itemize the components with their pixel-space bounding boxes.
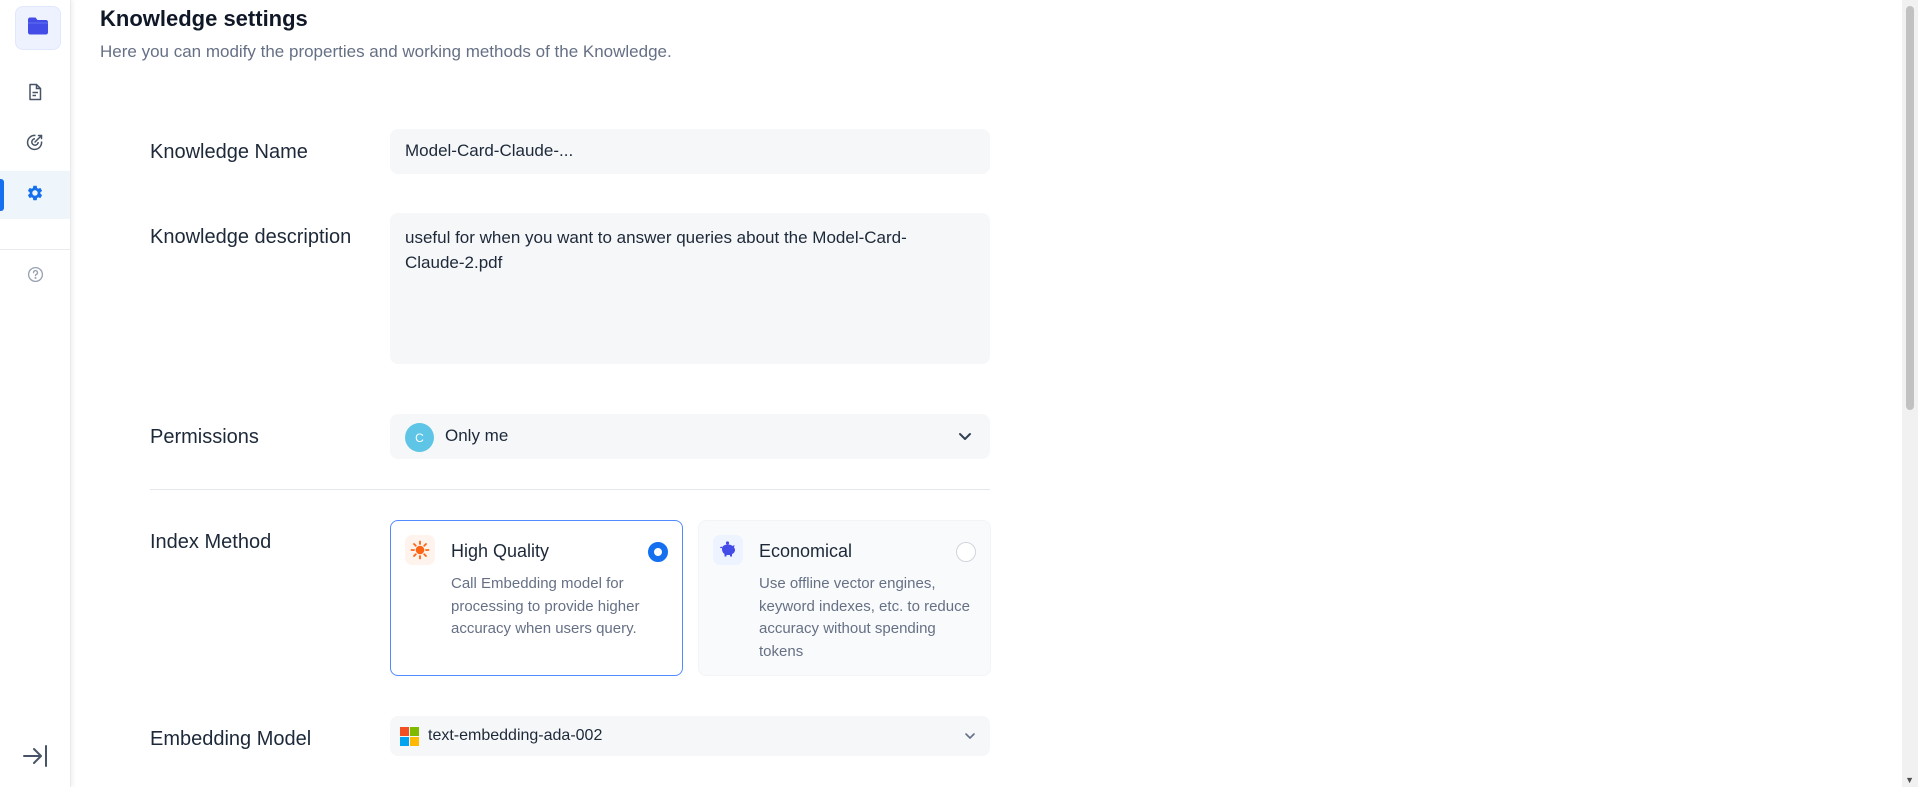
index-method-high-quality-card[interactable]: High Quality Call Embedding model for pr… — [390, 520, 683, 676]
microsoft-logo-icon — [400, 727, 419, 751]
high-quality-title: High Quality — [451, 541, 550, 561]
knowledge-description-textarea[interactable]: useful for when you want to answer queri… — [390, 213, 990, 364]
section-divider — [150, 489, 990, 490]
scroll-down-arrow-icon[interactable]: ▼ — [1905, 775, 1914, 785]
knowledge-name-value: Model-Card-Claude-... — [405, 141, 574, 160]
sidebar-item-help[interactable] — [0, 253, 70, 301]
knowledge-logo[interactable] — [15, 6, 61, 50]
economical-title: Economical — [759, 541, 853, 561]
sun-icon — [405, 535, 435, 565]
piggy-bank-icon — [713, 535, 743, 565]
embedding-model-select[interactable]: text-embedding-ada-002 — [390, 716, 990, 756]
sidebar-item-settings[interactable] — [0, 171, 70, 219]
sidebar-item-hit-testing[interactable] — [0, 120, 70, 168]
embedding-model-value: text-embedding-ada-002 — [428, 727, 603, 744]
gear-icon — [26, 184, 44, 207]
help-circle-icon — [27, 266, 44, 288]
page-title: Knowledge settings — [100, 6, 308, 31]
knowledge-description-label: Knowledge description — [150, 226, 352, 248]
knowledge-name-label: Knowledge Name — [150, 141, 308, 163]
knowledge-description-value: useful for when you want to answer queri… — [405, 228, 907, 272]
avatar-letter: C — [415, 430, 424, 445]
target-icon — [26, 133, 44, 156]
economical-radio[interactable] — [956, 542, 976, 562]
permissions-label: Permissions — [150, 426, 259, 448]
high-quality-description: Call Embedding model for processing to p… — [451, 575, 640, 637]
high-quality-radio[interactable] — [648, 542, 668, 562]
sidebar — [0, 0, 71, 787]
permissions-value: Only me — [445, 426, 509, 445]
scrollbar[interactable]: ▼ — [1902, 0, 1918, 787]
chevron-down-icon — [958, 428, 972, 446]
chevron-down-icon — [964, 727, 976, 745]
page-description: Here you can modify the properties and w… — [100, 42, 672, 61]
avatar: C — [405, 423, 434, 452]
collapse-sidebar-button[interactable] — [0, 734, 70, 782]
sidebar-item-documents[interactable] — [0, 70, 70, 118]
knowledge-name-input[interactable]: Model-Card-Claude-... — [390, 129, 990, 174]
permissions-select[interactable]: C Only me — [390, 414, 990, 459]
document-icon — [26, 83, 44, 106]
economical-description: Use offline vector engines, keyword inde… — [759, 575, 970, 660]
index-method-label: Index Method — [150, 531, 272, 553]
scrollbar-thumb[interactable] — [1906, 6, 1914, 410]
index-method-economical-card[interactable]: Economical Use offline vector engines, k… — [698, 520, 991, 676]
folder-icon — [27, 16, 49, 41]
embedding-model-label: Embedding Model — [150, 728, 312, 750]
sidebar-divider — [0, 249, 70, 250]
collapse-sidebar-icon — [21, 743, 49, 774]
